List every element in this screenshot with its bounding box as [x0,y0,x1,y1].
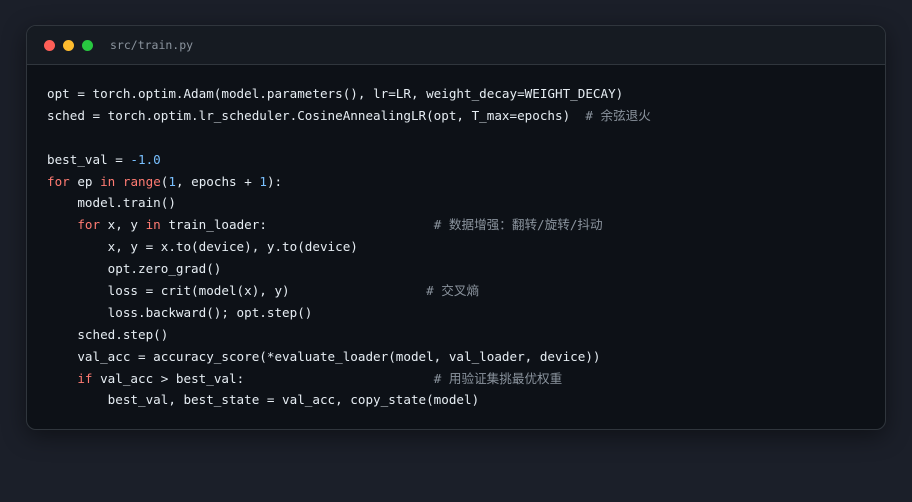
code-token: opt.zero_grad() [47,261,222,277]
code-token: x, y = x.to(device), y.to(device) [47,239,358,255]
code-line: opt = torch.optim.Adam(model.parameters(… [47,83,651,105]
code-token: ep [69,173,101,189]
code-line: loss = crit(model(x), y) # 交叉熵 [47,280,651,302]
code-token: model.train() [47,195,176,211]
code-token: ): [266,173,283,189]
code-token: if [77,370,93,386]
code-line: opt.zero_grad() [47,258,651,280]
code-token: , epochs + [175,173,260,189]
minimize-window-button[interactable] [63,39,74,51]
code-line: for ep in range(1, epochs + 1): [47,171,651,193]
code-block[interactable]: opt = torch.optim.Adam(model.parameters(… [47,83,651,411]
code-token: val_acc > best_val: [92,370,434,386]
file-path-title: src/train.py [110,38,194,52]
code-token: loss.backward(); opt.step() [47,304,313,320]
code-token: x, y [100,217,146,233]
code-line: loss.backward(); opt.step() [47,302,651,324]
code-token: sched = torch.optim.lr_scheduler.CosineA… [47,107,586,123]
window-titlebar: src/train.py [27,26,885,65]
maximize-window-button[interactable] [82,39,93,51]
code-line: for x, y in train_loader: # 数据增强：翻转/旋转/抖… [47,214,651,236]
code-token: 1 [259,173,267,189]
code-line: x, y = x.to(device), y.to(device) [47,236,651,258]
code-token: for [47,173,70,189]
code-token: range [122,173,161,189]
close-window-button[interactable] [44,39,55,51]
code-token: loss = crit(model(x), y) [47,283,427,299]
editor-window: src/train.py opt = torch.optim.Adam(mode… [26,25,886,430]
code-token: 1 [168,173,176,189]
code-comment: # 交叉熵 [426,283,480,299]
code-line: sched.step() [47,324,651,346]
code-comment: # 用验证集挑最优权重 [433,370,563,386]
code-token: in [145,217,161,233]
code-token: -1.0 [130,151,161,167]
code-token: for [77,217,101,233]
code-line: model.train() [47,192,651,214]
code-token: val_acc = accuracy_score(*evaluate_loade… [47,348,601,364]
code-line: best_val = -1.0 [47,149,651,171]
code-comment: # 余弦退火 [585,107,651,123]
code-comment: # 数据增强：翻转/旋转/抖动 [433,217,603,233]
code-line: if val_acc > best_val: # 用验证集挑最优权重 [47,368,651,390]
code-token: best_val = [47,151,131,167]
code-line: val_acc = accuracy_score(*evaluate_loade… [47,346,651,368]
code-line: sched = torch.optim.lr_scheduler.CosineA… [47,105,651,127]
code-token: in [100,173,116,189]
code-token: opt = torch.optim.Adam(model.parameters(… [47,86,624,101]
code-token: sched.step() [47,326,169,342]
code-line: best_val, best_state = val_acc, copy_sta… [47,389,651,411]
code-token: train_loader: [160,217,434,233]
code-token: best_val, best_state = val_acc, copy_sta… [47,392,480,408]
